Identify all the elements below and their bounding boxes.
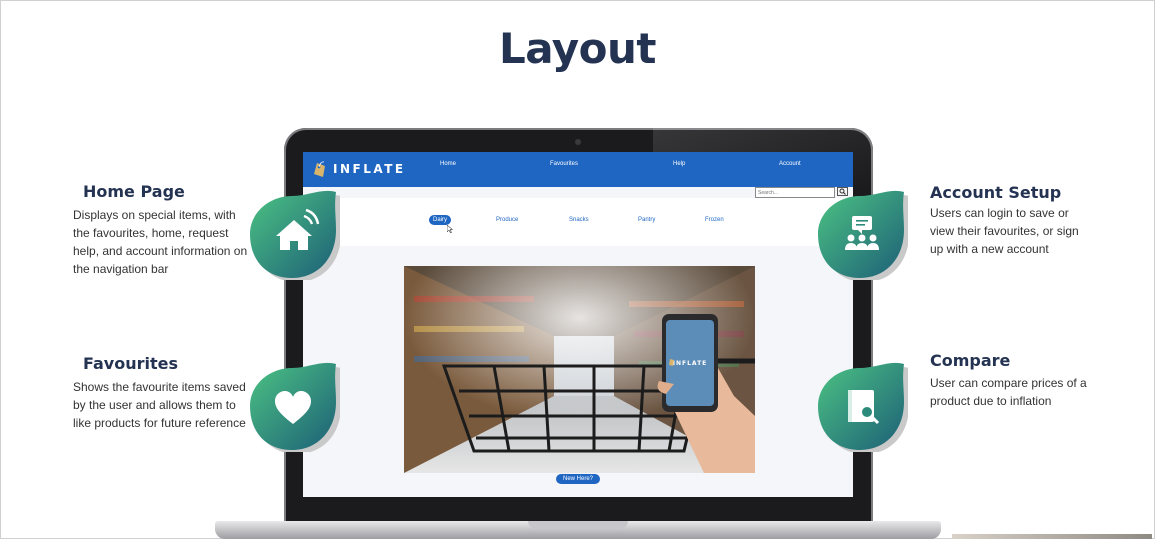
compare-title: Compare — [930, 351, 1011, 370]
logo-text: INFLATE — [333, 162, 406, 176]
site-navbar: INFLATE Home Favourites Help Account — [303, 152, 853, 187]
compare-description: User can compare prices of a product due… — [930, 376, 1087, 408]
webcam — [575, 139, 581, 145]
category-snacks[interactable]: Snacks — [569, 217, 589, 223]
home-page-description: Displays on special items, with the favo… — [73, 208, 248, 276]
site-logo[interactable]: INFLATE — [313, 158, 406, 180]
corner-photo-edge — [952, 534, 1152, 539]
account-feature-badge — [818, 190, 908, 280]
hero-image: INFLATE — [404, 266, 755, 473]
new-here-button[interactable]: New Here? — [556, 474, 601, 484]
favourites-title: Favourites — [83, 354, 178, 373]
laptop-screen: INFLATE Home Favourites Help Account Dai… — [303, 152, 853, 497]
laptop-notch — [528, 521, 628, 529]
slide-title: Layout — [498, 24, 657, 73]
category-dairy[interactable]: Dairy — [429, 215, 452, 225]
nav-account[interactable]: Account — [779, 161, 801, 167]
account-setup-title: Account Setup — [930, 183, 1062, 202]
home-page-title: Home Page — [83, 182, 185, 201]
category-frozen[interactable]: Frozen — [705, 217, 724, 223]
nav-help[interactable]: Help — [673, 161, 685, 167]
account-setup-description: Users can login to save or view their fa… — [930, 206, 1079, 256]
category-pantry[interactable]: Pantry — [638, 217, 655, 223]
book-search-icon — [848, 390, 880, 425]
favourites-feature-badge — [250, 362, 340, 452]
nav-favourites[interactable]: Favourites — [550, 161, 578, 167]
mouse-cursor-icon — [447, 225, 453, 233]
category-produce[interactable]: Produce — [496, 217, 518, 223]
shopping-cart-photo: INFLATE — [404, 266, 755, 473]
home-feature-badge — [250, 190, 340, 280]
price-tag-icon — [314, 161, 325, 177]
category-bar: Dairy Produce Snacks Pantry Frozen — [303, 198, 853, 246]
nav-home[interactable]: Home — [440, 161, 456, 167]
favourites-description: Shows the favourite items saved by the u… — [73, 380, 246, 430]
compare-feature-badge — [818, 362, 908, 452]
phone-logo-text: INFLATE — [673, 360, 708, 367]
